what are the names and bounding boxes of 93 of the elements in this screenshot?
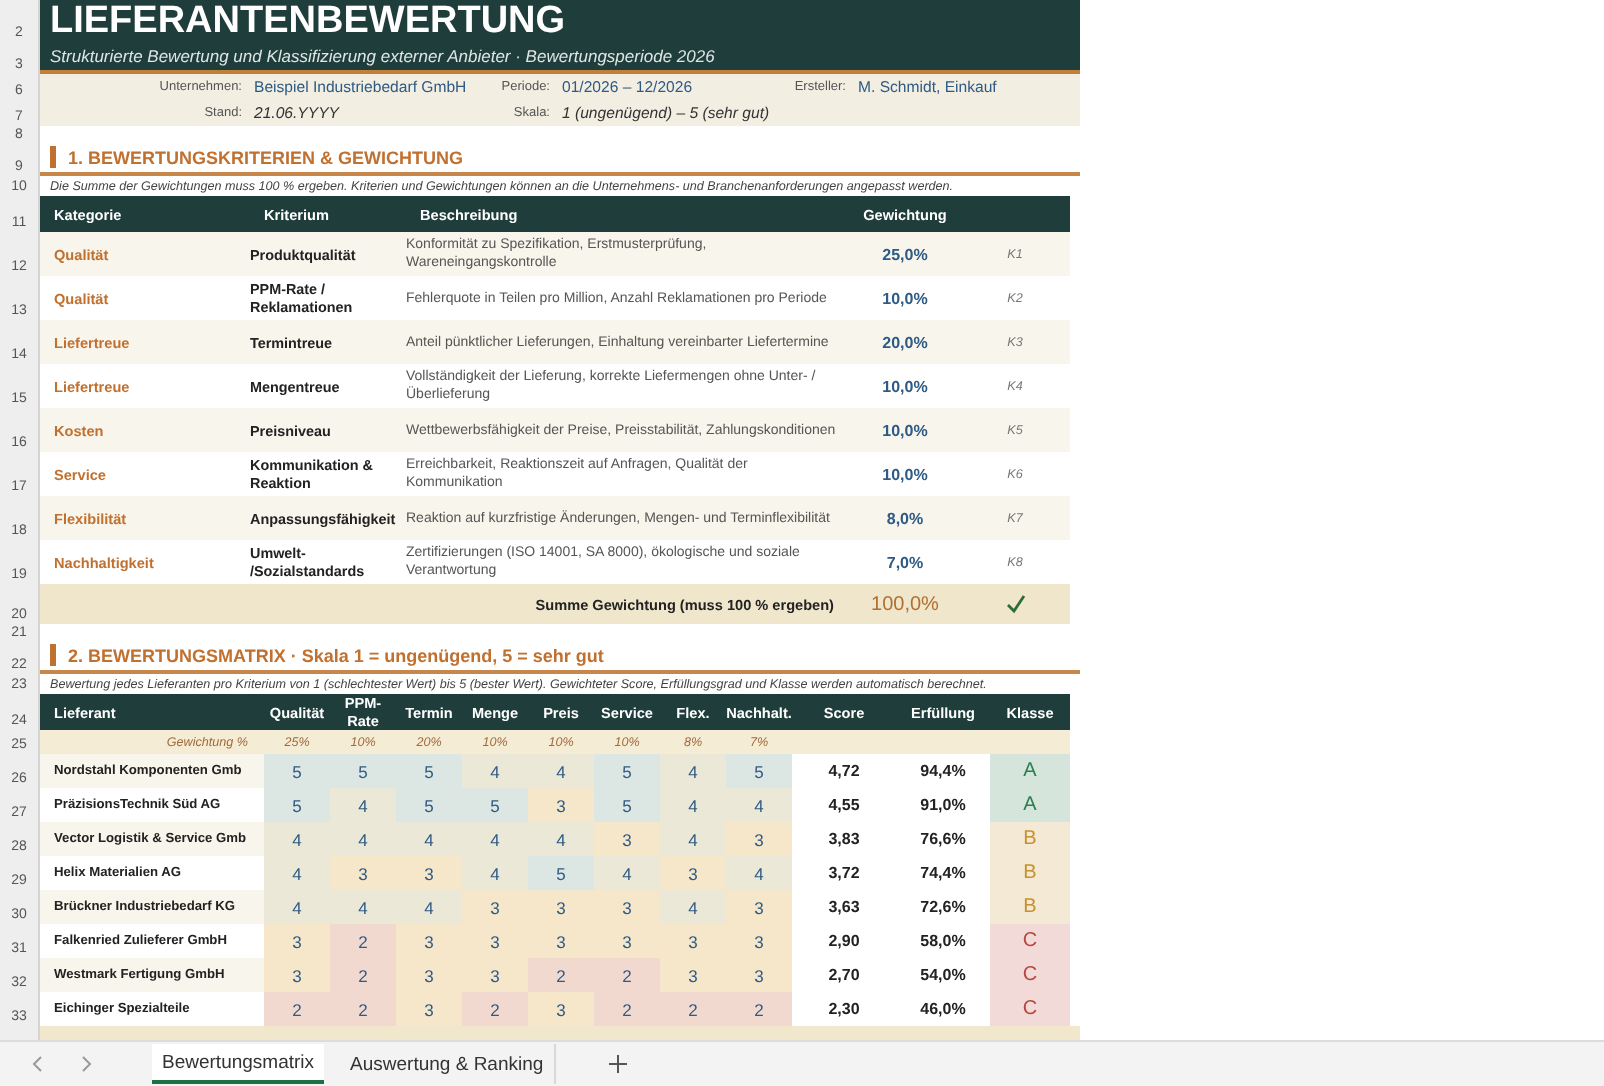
score-cell[interactable]: 2 [594, 992, 660, 1026]
score-cell[interactable]: 4 [660, 754, 726, 788]
table-cell: 25,0% [850, 232, 960, 276]
sheet-tab[interactable]: Bewertungsmatrix [152, 1044, 325, 1084]
score-cell[interactable]: 2 [528, 958, 594, 992]
section-heading: 2. BEWERTUNGSMATRIX · Skala 1 = ungenügend, 5 = sehr gut [68, 646, 604, 666]
class-cell: B [990, 822, 1070, 856]
score-cell[interactable]: 3 [726, 924, 792, 958]
score-cell[interactable]: 4 [330, 788, 396, 822]
score-cell[interactable]: 5 [264, 788, 330, 822]
score-cell[interactable]: 3 [528, 788, 594, 822]
score-cell[interactable]: 4 [660, 822, 726, 856]
score-cell[interactable]: 4 [726, 856, 792, 890]
score-cell[interactable]: 2 [660, 992, 726, 1026]
score-cell[interactable]: 2 [264, 992, 330, 1026]
score-cell[interactable]: 5 [462, 788, 528, 822]
table-cell: 8,0% [850, 496, 960, 540]
score-cell[interactable]: 5 [726, 754, 792, 788]
class-cell: C [990, 958, 1070, 992]
class-cell: A [990, 754, 1070, 788]
score-cell[interactable]: 4 [396, 890, 462, 924]
score-cell[interactable]: 3 [264, 924, 330, 958]
score-cell[interactable]: 3 [462, 958, 528, 992]
score-cell[interactable]: 5 [264, 754, 330, 788]
sum-total: 100,0% [869, 591, 941, 619]
score-cell[interactable]: 4 [330, 822, 396, 856]
sheet-tab[interactable]: Auswertung & Ranking [340, 1044, 556, 1084]
table-cell-text: 7,0% [884, 551, 926, 575]
sheet-title: LIEFERANTENBEWERTUNG [48, 2, 566, 42]
score-cell[interactable]: 4 [594, 856, 660, 890]
class-cell: A [990, 788, 1070, 822]
score-cell[interactable]: 3 [660, 856, 726, 890]
score-cell[interactable]: 3 [396, 958, 462, 992]
score-cell[interactable]: 4 [528, 822, 594, 856]
score-cell[interactable]: 3 [528, 890, 594, 924]
row-header[interactable] [0, 1026, 40, 1040]
score-cell[interactable]: 2 [330, 958, 396, 992]
table-cell: 20,0% [850, 320, 960, 364]
sheet-subtitle: Strukturierte Bewertung und Klassifizierung externer Anbieter · Bewertungsperiode 2026 [48, 46, 715, 66]
table-cell-text: 10,0% [880, 375, 930, 399]
score-cell[interactable]: 4 [660, 890, 726, 924]
score-cell[interactable]: 4 [462, 754, 528, 788]
score-cell[interactable]: 3 [396, 992, 462, 1026]
class-cell: C [990, 924, 1070, 958]
score-cell[interactable]: 3 [462, 924, 528, 958]
score-cell[interactable]: 4 [726, 788, 792, 822]
score-cell[interactable]: 4 [462, 856, 528, 890]
score-cell[interactable]: 3 [396, 924, 462, 958]
section-bar [50, 644, 56, 666]
score-cell[interactable]: 5 [528, 856, 594, 890]
score-cell[interactable]: 3 [396, 856, 462, 890]
score-cell[interactable]: 4 [264, 856, 330, 890]
section-bar [50, 146, 56, 168]
score-cell[interactable]: 4 [264, 822, 330, 856]
score-cell[interactable]: 4 [528, 754, 594, 788]
score-cell[interactable]: 2 [594, 958, 660, 992]
score-cell[interactable]: 5 [396, 788, 462, 822]
score-cell[interactable]: 3 [726, 890, 792, 924]
chevron-right-icon[interactable] [76, 1054, 96, 1074]
score-cell[interactable]: 4 [660, 788, 726, 822]
score-cell[interactable]: 5 [594, 788, 660, 822]
score-cell[interactable]: 4 [462, 822, 528, 856]
section-heading: 1. BEWERTUNGSKRITERIEN & GEWICHTUNG [68, 148, 464, 168]
score-cell[interactable]: 3 [594, 890, 660, 924]
score-cell[interactable]: 3 [528, 924, 594, 958]
score-cell[interactable]: 3 [264, 958, 330, 992]
score-cell[interactable]: 3 [660, 958, 726, 992]
score-cell[interactable]: 3 [330, 856, 396, 890]
class-cell: B [990, 856, 1070, 890]
score-cell[interactable]: 2 [462, 992, 528, 1026]
score-cell[interactable]: 5 [330, 754, 396, 788]
score-cell[interactable]: 2 [330, 924, 396, 958]
table-cell-text: 10,0% [880, 287, 930, 311]
score-cell[interactable]: 4 [330, 890, 396, 924]
score-cell[interactable]: 4 [264, 890, 330, 924]
table-cell: 10,0% [850, 408, 960, 452]
score-cell[interactable]: 3 [726, 822, 792, 856]
class-cell: B [990, 890, 1070, 924]
score-cell[interactable]: 3 [462, 890, 528, 924]
chevron-left-icon[interactable] [28, 1054, 48, 1074]
add-icon[interactable] [607, 1054, 628, 1074]
score-cell[interactable]: 3 [726, 958, 792, 992]
score-cell[interactable]: 2 [726, 992, 792, 1026]
score-cell[interactable]: 3 [660, 924, 726, 958]
score-cell[interactable]: 2 [330, 992, 396, 1026]
score-cell[interactable]: 3 [594, 822, 660, 856]
class-cell: C [990, 992, 1070, 1026]
score-cell[interactable]: 3 [594, 924, 660, 958]
score-cell[interactable]: 4 [396, 822, 462, 856]
score-cell[interactable]: 3 [528, 992, 594, 1026]
score-cell[interactable]: 5 [594, 754, 660, 788]
table-cell-text: 10,0% [880, 463, 930, 487]
score-cell[interactable]: 5 [396, 754, 462, 788]
